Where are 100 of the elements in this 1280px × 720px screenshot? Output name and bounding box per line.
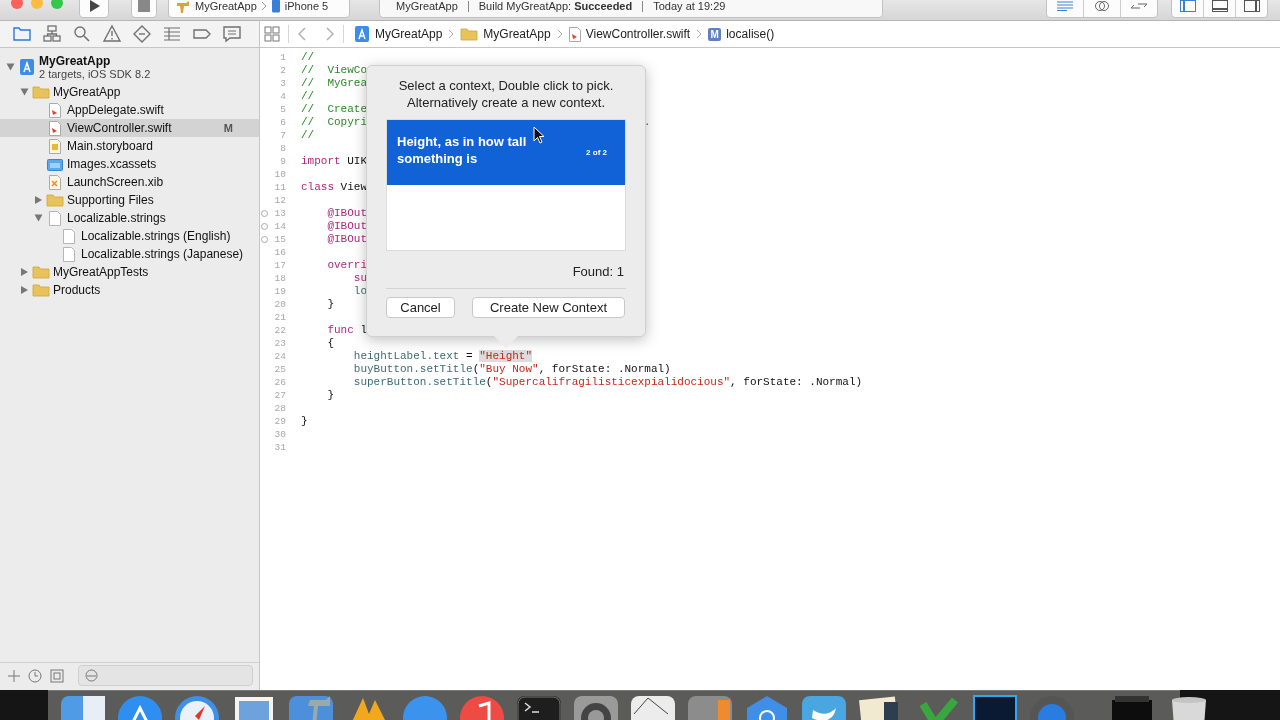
navigator-item[interactable]: Supporting Files xyxy=(0,191,259,209)
document-icon xyxy=(63,246,75,262)
cursor-icon xyxy=(533,126,545,144)
navigator-item[interactable]: Localizable.strings (English) xyxy=(0,227,259,245)
hammer-icon xyxy=(175,0,191,13)
filter-field[interactable] xyxy=(78,665,253,686)
match-count: 2 of 2 xyxy=(586,148,607,157)
navigator-item[interactable]: LaunchScreen.xib xyxy=(0,173,259,191)
navigator-item[interactable]: ViewController.swift M xyxy=(0,119,259,137)
chevron-icon xyxy=(696,29,703,39)
terminal-icon[interactable] xyxy=(514,694,564,720)
navigator-item[interactable]: Localizable.strings (Japanese) xyxy=(0,245,259,263)
navigator-tab[interactable] xyxy=(222,24,242,44)
forward-button[interactable] xyxy=(325,27,335,41)
breadcrumb[interactable]: M localise() xyxy=(706,27,777,41)
chevron-icon xyxy=(556,29,563,39)
line-number: 1 xyxy=(280,51,286,64)
app-icon[interactable] xyxy=(115,694,165,720)
line-number: 16 xyxy=(274,246,286,259)
breadcrumb[interactable]: MyGreatApp xyxy=(352,25,445,43)
code-line: @IBOut xyxy=(326,220,367,233)
app-icon[interactable] xyxy=(628,694,678,720)
navigator-tab[interactable] xyxy=(132,24,152,44)
line-number: 4 xyxy=(280,90,286,103)
calculator-icon[interactable] xyxy=(685,694,735,720)
navigator-item[interactable]: Main.storyboard xyxy=(0,137,259,155)
code-line: @IBOut xyxy=(326,207,367,220)
line-number: 7 xyxy=(280,129,286,142)
navigator-item[interactable]: MyGreatApp xyxy=(0,83,259,101)
line-number: 22 xyxy=(274,324,286,337)
navigator-tab[interactable] xyxy=(102,24,122,44)
code-line: // Create xyxy=(300,103,367,116)
line-number: 23 xyxy=(274,337,286,350)
line-number: 5 xyxy=(280,103,286,116)
stop-button[interactable] xyxy=(131,0,157,18)
navigator-item[interactable]: AppDelegate.swift xyxy=(0,101,259,119)
line-number: 18 xyxy=(274,272,286,285)
plus-icon[interactable] xyxy=(8,669,20,682)
breadcrumb[interactable]: MyGreatApp xyxy=(458,27,553,41)
line-number: 3 xyxy=(280,77,286,90)
instruction-text: Select a context, Double click to pick. Alternatively create a new context. xyxy=(397,77,615,111)
square-icon[interactable] xyxy=(50,668,64,683)
line-number: 2 xyxy=(280,64,286,77)
method-icon: M xyxy=(708,27,722,41)
music-note-icon[interactable] xyxy=(457,694,507,720)
navigator-item[interactable]: MyGreatAppTests xyxy=(0,263,259,281)
code-line: // MyGrea xyxy=(300,77,367,90)
status-text: Build MyGreatApp: Succeeded xyxy=(467,0,633,12)
breadcrumb[interactable]: ViewController.swift xyxy=(566,26,693,42)
play-icon xyxy=(87,0,101,13)
navigator-item[interactable]: Products xyxy=(0,281,259,299)
code-line: overri xyxy=(326,259,367,272)
line-number: 21 xyxy=(274,311,286,324)
swift-file-icon xyxy=(49,120,61,136)
line-number: 25 xyxy=(274,363,286,376)
line-number: 10 xyxy=(274,168,286,181)
app-file-icon xyxy=(354,25,370,43)
navigator-item[interactable]: Images.xcassets xyxy=(0,155,259,173)
folder-icon xyxy=(32,85,50,99)
code-line: } xyxy=(326,389,334,402)
view-control[interactable] xyxy=(1171,0,1268,18)
code-line: @IBOut xyxy=(326,233,367,246)
navigator-tab[interactable] xyxy=(42,24,62,44)
hammer-icon[interactable] xyxy=(286,694,336,720)
search-icon xyxy=(72,24,92,44)
chevron-icon xyxy=(448,29,455,39)
line-number: 17 xyxy=(274,259,286,272)
compass-icon[interactable] xyxy=(172,694,222,720)
bird-icon[interactable] xyxy=(799,694,849,720)
navigator-tab[interactable] xyxy=(12,24,32,44)
interface-file-icon xyxy=(49,174,61,190)
code-line: lo xyxy=(352,285,367,298)
line-number: 24 xyxy=(274,350,286,363)
app-icon[interactable] xyxy=(58,694,108,720)
context-item[interactable]: Height, as in how tall something is 2 of 2 xyxy=(387,120,625,185)
list-icon xyxy=(162,24,182,44)
status-text: MyGreatApp xyxy=(396,0,458,12)
navigator-tab[interactable] xyxy=(72,24,92,44)
navigator-item[interactable]: Localizable.strings xyxy=(0,209,259,227)
line-number: 27 xyxy=(274,389,286,402)
clock-icon[interactable] xyxy=(28,668,42,683)
navigator-item[interactable]: MyGreatApp 2 targets, iOS SDK 8.2 xyxy=(0,51,259,83)
grid-icon[interactable] xyxy=(264,26,280,42)
run-button[interactable] xyxy=(79,0,109,18)
editor-mode-control[interactable] xyxy=(1046,0,1158,18)
back-button[interactable] xyxy=(297,27,307,41)
code-line: // xyxy=(300,51,315,64)
line-number: 14 xyxy=(274,220,286,233)
code-line: buyButton.setTitle("Buy Now", forState: .Normal) xyxy=(352,363,671,376)
cancel-button[interactable]: Cancel xyxy=(386,297,455,318)
app-icon[interactable] xyxy=(970,694,1020,720)
scheme-selector[interactable]: MyGreatApp iPhone 5 xyxy=(168,0,350,18)
navigator-tab[interactable] xyxy=(162,24,182,44)
chevron-right-icon xyxy=(325,27,335,41)
bottom-panel-icon xyxy=(1211,0,1228,12)
lines-icon xyxy=(1056,1,1074,11)
window-control-icon[interactable] xyxy=(11,0,23,9)
create-context-button[interactable]: Create New Context xyxy=(472,297,625,318)
chevron-icon xyxy=(260,1,267,11)
gear-icon[interactable] xyxy=(571,694,621,720)
